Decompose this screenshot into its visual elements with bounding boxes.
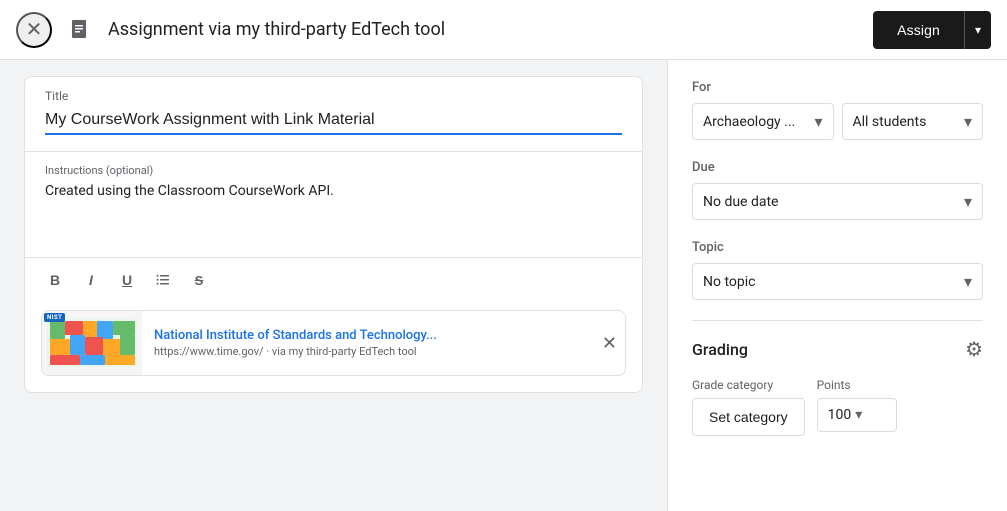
- title-input[interactable]: [45, 107, 622, 135]
- topic-label: Topic: [692, 240, 983, 255]
- due-select[interactable]: No due date ▾: [692, 183, 983, 220]
- attachment-card: NIST: [41, 310, 626, 376]
- due-label: Due: [692, 160, 983, 175]
- due-select-arrow: ▾: [964, 192, 972, 211]
- points-label: Points: [817, 378, 897, 392]
- chevron-down-icon: ▾: [975, 23, 981, 37]
- due-select-value: No due date: [703, 194, 960, 210]
- attachment-title: National Institute of Standards and Tech…: [154, 328, 582, 343]
- points-select[interactable]: 100 ▾: [817, 398, 897, 432]
- grading-settings-button[interactable]: ⚙: [965, 337, 983, 362]
- grading-header: Grading ⚙: [692, 337, 983, 362]
- instructions-section: Instructions (optional) Created using th…: [25, 151, 642, 257]
- topbar: ✕ Assignment via my third-party EdTech t…: [0, 0, 1007, 60]
- students-select-arrow: ▾: [964, 112, 972, 131]
- bold-button[interactable]: B: [41, 266, 69, 294]
- title-label: Title: [45, 89, 622, 103]
- italic-button[interactable]: I: [77, 266, 105, 294]
- main-content: Title Instructions (optional) Created us…: [0, 60, 1007, 511]
- points-value: 100: [828, 407, 852, 423]
- students-select[interactable]: All students ▾: [842, 103, 984, 140]
- topic-select-value: No topic: [703, 274, 960, 290]
- close-button[interactable]: ✕: [16, 12, 52, 48]
- topic-select-arrow: ▾: [964, 272, 972, 291]
- nist-badge: NIST: [44, 313, 65, 322]
- grading-row: Grade category Set category Points 100 ▾: [692, 378, 983, 436]
- formatting-toolbar: B I U S: [25, 257, 642, 302]
- set-category-button[interactable]: Set category: [692, 398, 805, 436]
- grade-category-col: Grade category Set category: [692, 378, 805, 436]
- students-select-value: All students: [853, 114, 960, 130]
- grade-category-label: Grade category: [692, 378, 805, 392]
- assign-button[interactable]: Assign: [873, 11, 964, 49]
- points-arrow: ▾: [855, 407, 862, 423]
- divider: [692, 320, 983, 321]
- class-select-arrow: ▾: [814, 112, 822, 131]
- for-selects-row: Archaeology ... ▾ All students ▾: [692, 103, 983, 140]
- instructions-label: Instructions (optional): [45, 164, 622, 177]
- topic-select[interactable]: No topic ▾: [692, 263, 983, 300]
- points-col: Points 100 ▾: [817, 378, 897, 436]
- topbar-actions: Assign ▾: [873, 11, 991, 49]
- due-field-group: Due No due date ▾: [692, 160, 983, 220]
- assignment-card: Title Instructions (optional) Created us…: [24, 76, 643, 393]
- assign-dropdown-button[interactable]: ▾: [964, 11, 991, 49]
- grading-title: Grading: [692, 340, 748, 359]
- underline-button[interactable]: U: [113, 266, 141, 294]
- class-select[interactable]: Archaeology ... ▾: [692, 103, 834, 140]
- right-panel: For Archaeology ... ▾ All students ▾ Due…: [667, 60, 1007, 511]
- list-button[interactable]: [149, 266, 177, 294]
- page-title: Assignment via my third-party EdTech too…: [108, 19, 861, 40]
- doc-icon: [64, 14, 96, 46]
- class-select-value: Archaeology ...: [703, 114, 810, 130]
- left-panel: Title Instructions (optional) Created us…: [0, 60, 667, 511]
- title-section: Title: [25, 77, 642, 151]
- attachment-thumbnail: NIST: [42, 311, 142, 375]
- close-icon: ✕: [26, 17, 43, 42]
- attachment-url: https://www.time.gov/ · via my third-par…: [154, 345, 582, 358]
- for-field-group: For Archaeology ... ▾ All students ▾: [692, 80, 983, 140]
- for-label: For: [692, 80, 983, 95]
- gear-icon: ⚙: [965, 337, 983, 362]
- instructions-text[interactable]: Created using the Classroom CourseWork A…: [45, 181, 622, 241]
- attachment-info: National Institute of Standards and Tech…: [142, 320, 594, 366]
- topic-field-group: Topic No topic ▾: [692, 240, 983, 300]
- strikethrough-button[interactable]: S: [185, 266, 213, 294]
- attachment-close-button[interactable]: ✕: [594, 325, 625, 362]
